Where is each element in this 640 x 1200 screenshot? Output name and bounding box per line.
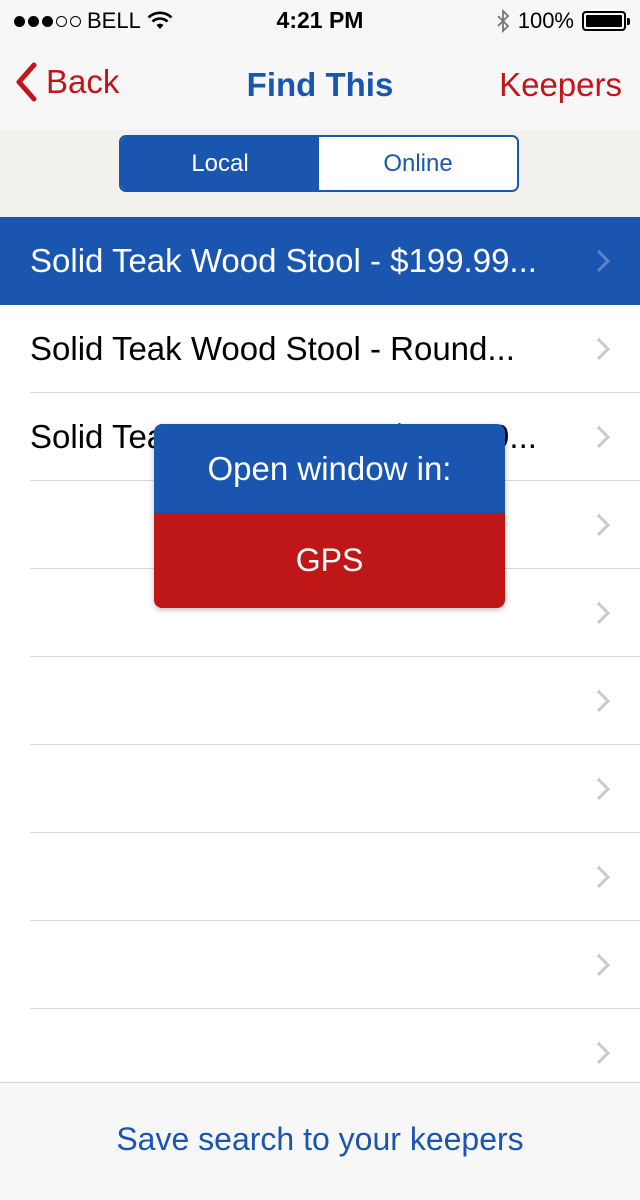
footer-bar: Save search to your keepers bbox=[0, 1082, 640, 1200]
chevron-right-icon bbox=[596, 337, 610, 361]
chevron-right-icon bbox=[596, 865, 610, 889]
save-search-button[interactable]: Save search to your keepers bbox=[0, 1121, 640, 1158]
list-item-label: Solid Teak Wood Stool - $199.99... bbox=[30, 242, 537, 279]
list-item[interactable] bbox=[0, 657, 640, 745]
list-item[interactable] bbox=[0, 921, 640, 1009]
chevron-right-icon bbox=[596, 1041, 610, 1065]
list-item-label: Solid Teak Wood Stool - Round... bbox=[30, 330, 515, 367]
results-list: Solid Teak Wood Stool - $199.99... Solid… bbox=[0, 217, 640, 1097]
list-item[interactable] bbox=[0, 745, 640, 833]
popup-title: Open window in: bbox=[154, 424, 505, 513]
chevron-right-icon bbox=[596, 513, 610, 537]
list-item[interactable]: Solid Teak Wood Stool - $199.99... bbox=[0, 217, 640, 305]
segment-online[interactable]: Online bbox=[319, 137, 517, 190]
battery-percent: 100% bbox=[517, 8, 574, 33]
status-bar: BELL 4:21 PM 100% bbox=[0, 0, 640, 40]
open-window-popup: Open window in: GPS bbox=[154, 424, 505, 608]
segment-area: Local Online bbox=[0, 130, 640, 217]
segment-local[interactable]: Local bbox=[121, 137, 319, 190]
chevron-right-icon bbox=[596, 249, 610, 273]
gps-option-button[interactable]: GPS bbox=[154, 513, 505, 608]
battery-icon bbox=[582, 11, 630, 31]
local-online-segmented-control: Local Online bbox=[119, 135, 519, 192]
bluetooth-icon bbox=[497, 9, 509, 33]
keepers-button[interactable]: Keepers bbox=[499, 66, 622, 104]
battery-level bbox=[586, 15, 622, 27]
navigation-bar: Back Find This Keepers bbox=[0, 40, 640, 130]
list-item[interactable]: Solid Teak Wood Stool - Round... bbox=[0, 305, 640, 393]
chevron-right-icon bbox=[596, 601, 610, 625]
chevron-right-icon bbox=[596, 689, 610, 713]
chevron-right-icon bbox=[596, 777, 610, 801]
status-right: 100% bbox=[496, 8, 630, 34]
chevron-right-icon bbox=[596, 425, 610, 449]
chevron-right-icon bbox=[596, 953, 610, 977]
list-item[interactable] bbox=[0, 833, 640, 921]
